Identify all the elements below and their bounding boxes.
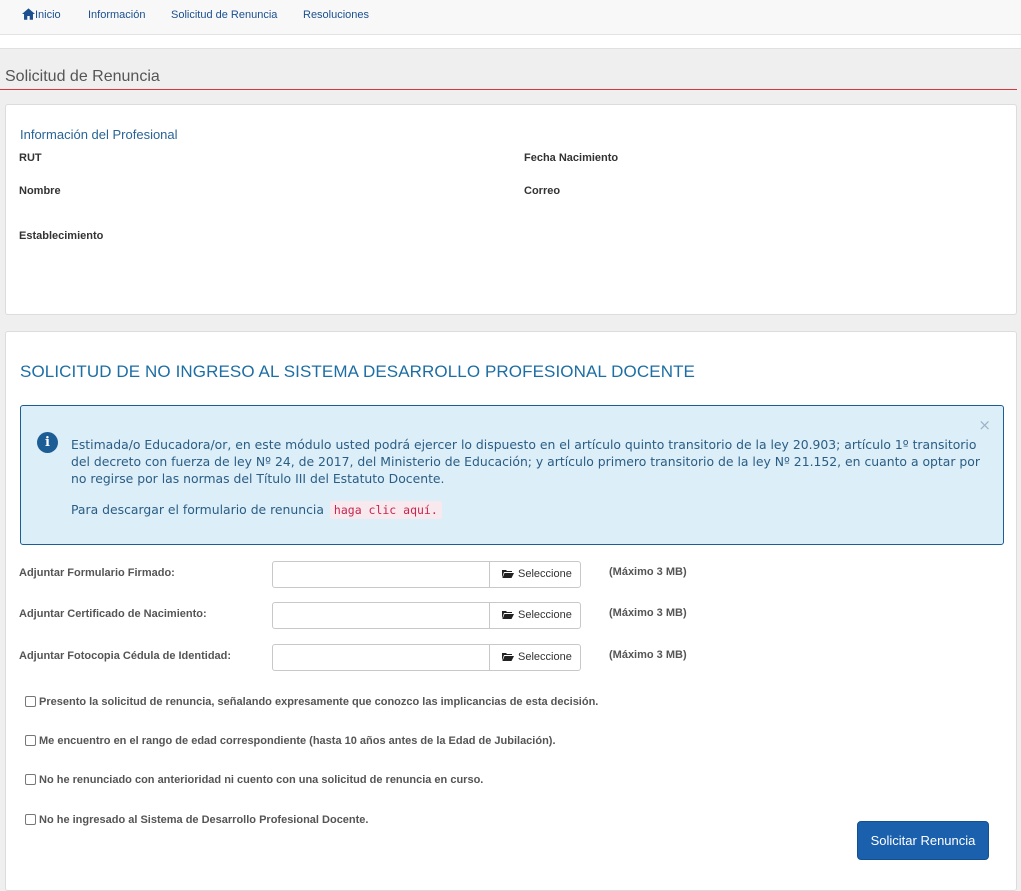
download-line: Para descargar el formulario de renuncia… xyxy=(71,501,442,519)
info-icon: i xyxy=(37,432,58,453)
nav-spacer xyxy=(0,35,1021,49)
checkbox-row-implicancias[interactable]: Presento la solicitud de renuncia, señal… xyxy=(25,696,598,708)
checkbox-label: No he ingresado al Sistema de Desarrollo… xyxy=(39,814,369,826)
rut-label: RUT xyxy=(19,152,42,164)
file-row-cedula: Adjuntar Fotocopia Cédula de Identidad: … xyxy=(6,644,1018,674)
select-file-label: Seleccione xyxy=(518,651,572,663)
info-alert: i × Estimada/o Educadora/or, en este mód… xyxy=(20,405,1004,545)
folder-open-icon xyxy=(502,653,514,661)
max-size-note: (Máximo 3 MB) xyxy=(609,607,687,619)
nav-resoluciones[interactable]: Resoluciones xyxy=(303,9,369,21)
form-title: SOLICITUD DE NO INGRESO AL SISTEMA DESAR… xyxy=(20,362,695,381)
establecimiento-label: Establecimiento xyxy=(19,230,104,242)
file-input-cedula[interactable] xyxy=(272,644,490,671)
max-size-note: (Máximo 3 MB) xyxy=(609,649,687,661)
checkbox-label: Presento la solicitud de renuncia, señal… xyxy=(39,696,599,708)
file-input-formulario[interactable] xyxy=(272,561,490,588)
checkbox[interactable] xyxy=(25,735,36,746)
checkbox[interactable] xyxy=(25,696,36,707)
correo-label: Correo xyxy=(524,185,561,197)
title-divider xyxy=(0,89,1017,90)
checkbox-label: Me encuentro en el rango de edad corresp… xyxy=(39,735,556,747)
nav-informacion[interactable]: Información xyxy=(88,9,145,21)
select-file-button[interactable]: Seleccione xyxy=(489,602,581,629)
checkbox-row-rango-edad[interactable]: Me encuentro en el rango de edad corresp… xyxy=(25,735,556,747)
file-row-formulario: Adjuntar Formulario Firmado: Seleccione … xyxy=(6,561,1018,591)
download-link[interactable]: haga clic aquí. xyxy=(329,501,442,519)
select-file-button[interactable]: Seleccione xyxy=(489,644,581,671)
renuncia-form-panel: SOLICITUD DE NO INGRESO AL SISTEMA DESAR… xyxy=(5,331,1017,891)
file-row-certificado: Adjuntar Certificado de Nacimiento: Sele… xyxy=(6,602,1018,632)
select-file-button[interactable]: Seleccione xyxy=(489,561,581,588)
nombre-label: Nombre xyxy=(19,185,61,197)
home-icon xyxy=(22,8,35,20)
alert-message: Estimada/o Educadora/or, en este módulo … xyxy=(71,437,980,486)
page-title: Solicitud de Renuncia xyxy=(5,68,160,85)
max-size-note: (Máximo 3 MB) xyxy=(609,566,687,578)
select-file-label: Seleccione xyxy=(518,609,572,621)
checkbox[interactable] xyxy=(25,774,36,785)
select-file-label: Seleccione xyxy=(518,568,572,580)
nav-solicitud-renuncia[interactable]: Solicitud de Renuncia xyxy=(171,9,277,21)
profile-panel: Información del Profesional RUT Fecha Na… xyxy=(5,104,1017,315)
checkbox-label: No he renunciado con anterioridad ni cue… xyxy=(39,774,484,786)
checkbox-row-no-ingresado[interactable]: No he ingresado al Sistema de Desarrollo… xyxy=(25,814,368,826)
file-input-certificado[interactable] xyxy=(272,602,490,629)
folder-open-icon xyxy=(502,570,514,578)
nav-inicio-label: Inicio xyxy=(35,9,61,21)
profile-section-title: Información del Profesional xyxy=(20,127,178,142)
solicitar-renuncia-button[interactable]: Solicitar Renuncia xyxy=(857,821,989,860)
file-label: Adjuntar Fotocopia Cédula de Identidad: xyxy=(19,650,232,662)
checkbox-row-no-renunciado[interactable]: No he renunciado con anterioridad ni cue… xyxy=(25,774,483,786)
top-navigation: Inicio Información Solicitud de Renuncia… xyxy=(0,0,1021,35)
file-label: Adjuntar Formulario Firmado: xyxy=(19,567,175,579)
fecha-nacimiento-label: Fecha Nacimiento xyxy=(524,152,619,164)
folder-open-icon xyxy=(502,611,514,619)
nav-inicio[interactable]: Inicio xyxy=(22,8,61,21)
close-icon[interactable]: × xyxy=(978,416,991,434)
download-text: Para descargar el formulario de renuncia xyxy=(71,502,324,517)
checkbox[interactable] xyxy=(25,814,36,825)
file-label: Adjuntar Certificado de Nacimiento: xyxy=(19,608,207,620)
